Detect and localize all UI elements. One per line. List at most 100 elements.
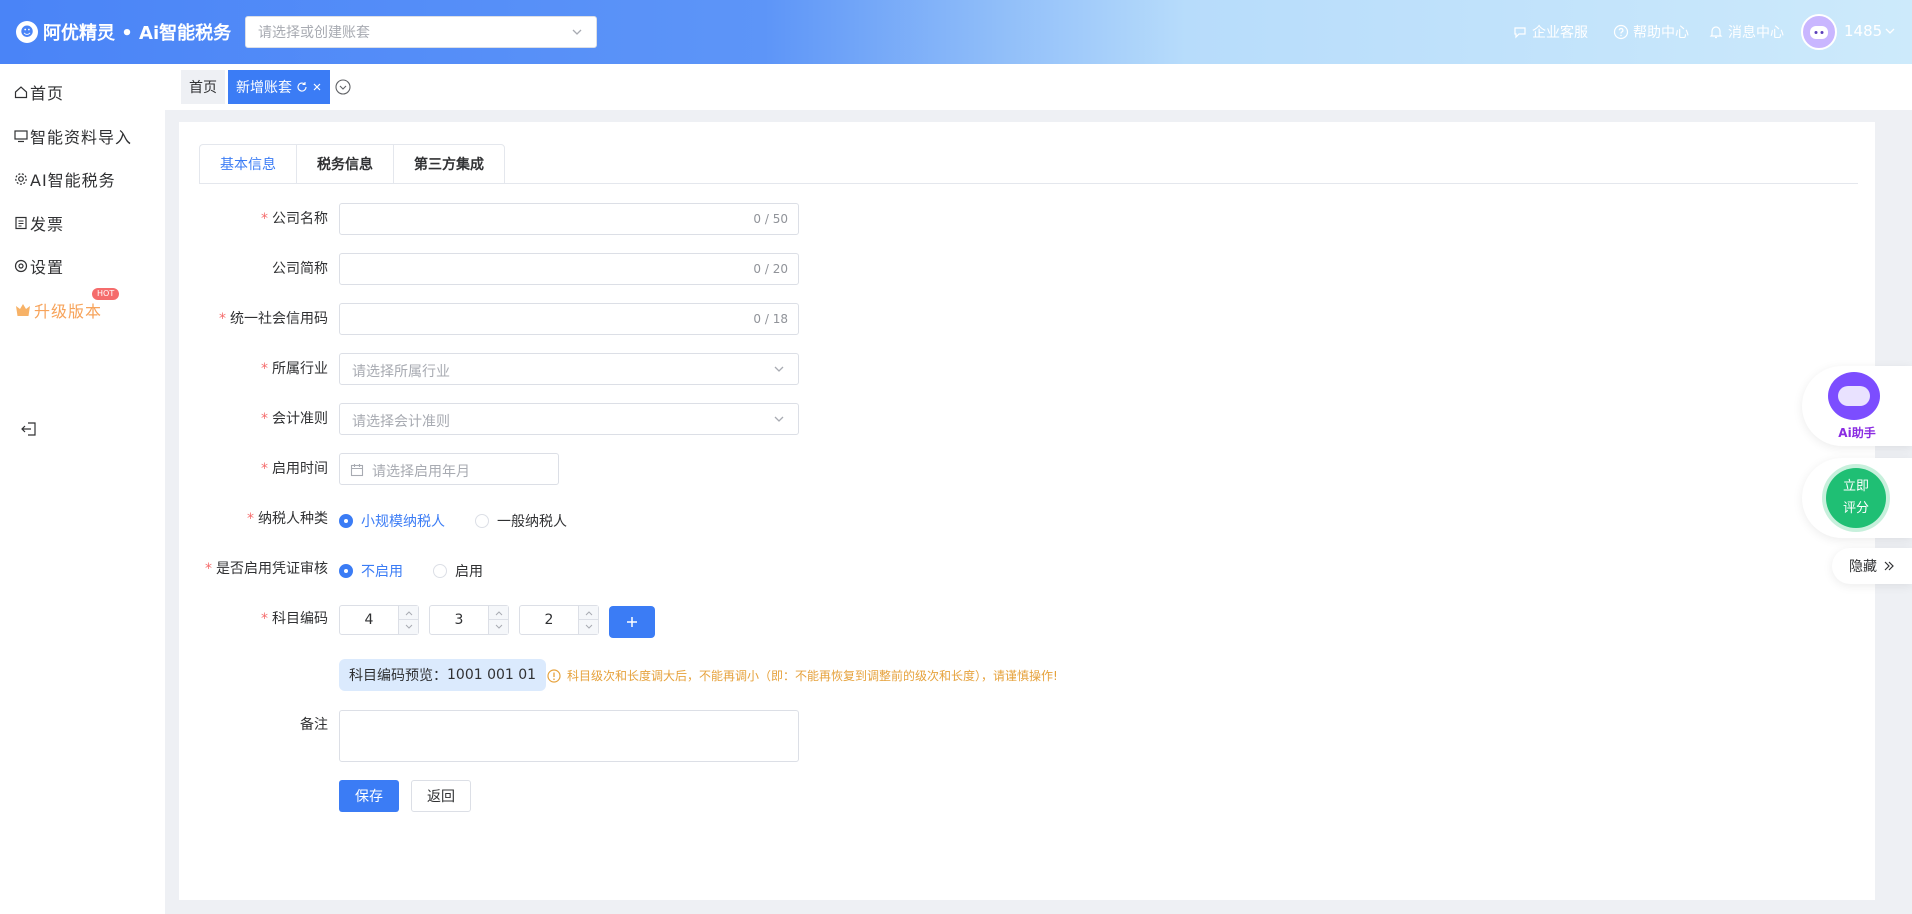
top-header: ☻ 阿优精灵 • Ai智能税务 请选择或创建账套 企业客服 帮助中心 消息中心 … <box>0 0 1912 64</box>
message-center-link[interactable]: 消息中心 <box>1708 20 1784 44</box>
avatar[interactable] <box>1801 14 1837 50</box>
help-center-label: 帮助中心 <box>1633 25 1689 41</box>
tabs-dropdown-icon[interactable] <box>335 79 351 95</box>
radio-dot <box>475 514 489 528</box>
short-name-input[interactable]: 0 / 20 <box>339 253 799 285</box>
stepper-down-button[interactable] <box>578 620 598 634</box>
tab-tax-info[interactable]: 税务信息 <box>296 144 393 184</box>
standard-select[interactable]: 请选择会计准则 <box>339 403 799 435</box>
hide-label: 隐藏 <box>1849 559 1877 575</box>
ai-robot-icon <box>1828 372 1880 420</box>
home-icon <box>14 86 28 99</box>
user-id: 1485 <box>1844 22 1883 40</box>
code-preview-badge: 科目编码预览： 1001 001 01 <box>339 659 547 691</box>
save-button[interactable]: 保存 <box>339 780 399 812</box>
sidebar-item-invoice[interactable]: 发票 <box>14 211 64 235</box>
company-name-label: * 公司名称 <box>261 211 328 227</box>
account-code-label: * 科目编码 <box>261 611 328 627</box>
code-level-1-stepper[interactable]: 4 <box>339 605 419 635</box>
customer-service-label: 企业客服 <box>1532 25 1588 41</box>
plus-icon <box>627 617 637 627</box>
tab-basic-info[interactable]: 基本信息 <box>199 144 296 184</box>
page-tab-label: 首页 <box>189 80 217 96</box>
credit-code-label: * 统一社会信用码 <box>219 311 328 327</box>
back-button[interactable]: 返回 <box>411 780 471 812</box>
standard-label: * 会计准则 <box>261 411 328 427</box>
stepper-down-button[interactable] <box>398 620 418 634</box>
sidebar-item-label: 首页 <box>30 84 65 103</box>
calendar-icon <box>350 464 364 477</box>
industry-label: * 所属行业 <box>261 361 328 377</box>
code-warning: 科目级次和长度调大后，不能再调小（即：不能再恢复到调整前的级次和长度），请谨慎操… <box>547 667 1058 684</box>
radio-general-taxpayer[interactable]: 一般纳税人 <box>475 511 567 531</box>
rate-button[interactable]: 立即 评分 <box>1826 468 1886 528</box>
radio-audit-off[interactable]: 不启用 <box>339 561 403 581</box>
crown-icon <box>16 304 30 316</box>
credit-code-input[interactable]: 0 / 18 <box>339 303 799 335</box>
logout-icon[interactable] <box>20 420 38 438</box>
logo-icon: ☻ <box>16 21 38 43</box>
stepper-up-button[interactable] <box>578 606 598 620</box>
industry-select[interactable]: 请选择所属行业 <box>339 353 799 385</box>
page-tab-new-account[interactable]: 新增账套 <box>228 70 330 104</box>
taxpayer-label: * 纳税人种类 <box>247 511 328 527</box>
sidebar-item-label: 设置 <box>30 258 65 277</box>
radio-small-taxpayer[interactable]: 小规模纳税人 <box>339 511 445 531</box>
gear-icon <box>15 173 27 185</box>
refresh-icon[interactable] <box>296 81 308 93</box>
code-preview-label: 科目编码预览： <box>349 668 447 684</box>
credit-code-counter: 0 / 18 <box>753 312 788 326</box>
brand-logo[interactable]: ☻ 阿优精灵 • Ai智能税务 <box>16 19 231 45</box>
double-chevron-right-icon <box>1884 561 1894 571</box>
stepper-value: 3 <box>454 612 464 628</box>
stepper-value: 2 <box>544 612 554 628</box>
ai-assistant-label: Ai助手 <box>1838 426 1876 440</box>
sidebar-item-upgrade[interactable]: 升级版本 <box>14 298 102 322</box>
radio-audit-on[interactable]: 启用 <box>433 561 483 581</box>
remark-label: 备注 <box>300 717 328 733</box>
monitor-icon <box>14 130 28 143</box>
close-icon[interactable] <box>312 82 322 92</box>
start-date-picker[interactable]: 请选择启用年月 <box>339 453 559 485</box>
sidebar-item-label: 发票 <box>30 215 65 234</box>
stepper-up-button[interactable] <box>398 606 418 620</box>
hide-widgets-button[interactable]: 隐藏 <box>1832 548 1912 584</box>
customer-service-link[interactable]: 企业客服 <box>1512 20 1588 44</box>
account-select-placeholder: 请选择或创建账套 <box>258 25 370 41</box>
start-date-label: * 启用时间 <box>261 461 328 477</box>
rate-widget[interactable]: 立即 评分 <box>1802 458 1912 538</box>
stepper-up-button[interactable] <box>488 606 508 620</box>
brand-name: 阿优精灵 • Ai智能税务 <box>43 23 232 44</box>
short-name-label: 公司简称 <box>272 261 328 277</box>
account-select[interactable]: 请选择或创建账套 <box>245 16 597 48</box>
sidebar-item-label: 升级版本 <box>34 302 103 321</box>
page-tab-label: 新增账套 <box>236 80 292 96</box>
page-tab-home[interactable]: 首页 <box>181 70 225 104</box>
code-warning-text: 科目级次和长度调大后，不能再调小（即：不能再恢复到调整前的级次和长度），请谨慎操… <box>567 669 1058 683</box>
ai-assistant-widget[interactable]: Ai助手 <box>1802 366 1912 446</box>
rate-line-2: 评分 <box>1842 501 1869 516</box>
tab-third-party[interactable]: 第三方集成 <box>393 144 505 184</box>
industry-placeholder: 请选择所属行业 <box>352 364 450 380</box>
code-level-3-stepper[interactable]: 2 <box>519 605 599 635</box>
chat-icon <box>1514 27 1526 39</box>
help-icon <box>1613 24 1629 40</box>
sidebar-item-import[interactable]: 智能资料导入 <box>14 124 132 148</box>
code-preview-value: 1001 001 01 <box>447 667 537 683</box>
stepper-down-button[interactable] <box>488 620 508 634</box>
sidebar-item-home[interactable]: 首页 <box>14 80 64 104</box>
radio-dot <box>339 514 353 528</box>
company-name-input[interactable]: 0 / 50 <box>339 203 799 235</box>
remark-textarea[interactable] <box>339 710 799 762</box>
help-center-link[interactable]: 帮助中心 <box>1613 20 1689 44</box>
chevron-down-icon[interactable] <box>1883 24 1897 38</box>
radio-dot <box>339 564 353 578</box>
sidebar-item-settings[interactable]: 设置 <box>14 254 64 278</box>
document-icon <box>15 216 27 230</box>
code-level-2-stepper[interactable]: 3 <box>429 605 509 635</box>
hot-badge: HOT <box>92 288 120 300</box>
stepper-value: 4 <box>364 612 374 628</box>
sidebar-item-label: AI智能税务 <box>30 171 116 190</box>
sidebar-item-ai-tax[interactable]: AI智能税务 <box>14 167 116 191</box>
add-code-level-button[interactable] <box>609 606 655 638</box>
